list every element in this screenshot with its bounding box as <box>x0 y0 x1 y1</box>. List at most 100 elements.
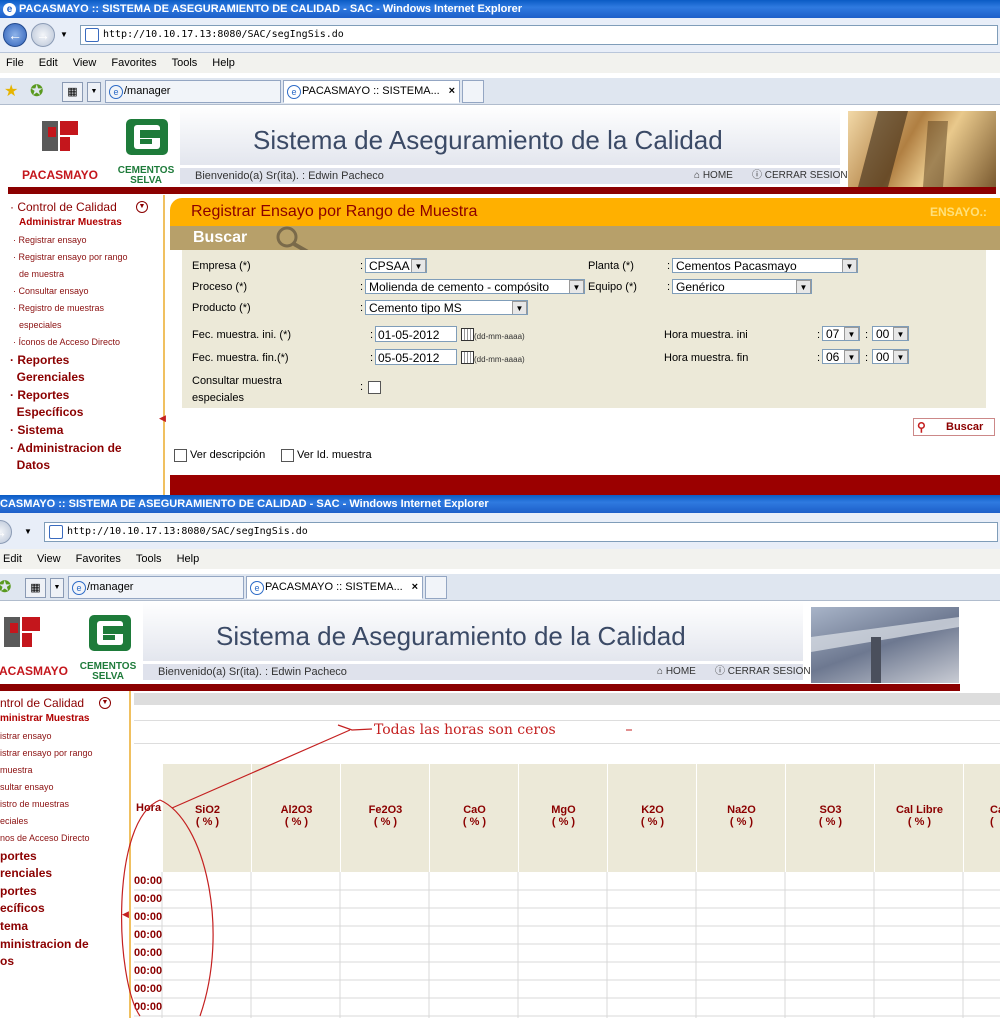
collapse-icon[interactable]: ▼ <box>136 201 148 213</box>
buscar-title: Buscar <box>193 229 248 246</box>
home-link[interactable]: ⌂ HOME <box>694 168 733 184</box>
history-dropdown-icon[interactable]: ▼ <box>60 30 68 39</box>
favorites-star-icon[interactable]: ★ <box>4 81 18 101</box>
sidebar-link-especiales[interactable]: eciales <box>0 816 28 826</box>
menu-tools[interactable]: Tools <box>136 549 162 569</box>
address-bar[interactable]: http://10.10.17.13:8080/SAC/segIngSis.do <box>80 25 998 45</box>
proceso-value: Molienda de cemento - compósito <box>369 280 550 294</box>
col-unit: ( <box>990 816 994 828</box>
colon: : <box>370 329 374 341</box>
hora-fin-h-select[interactable]: 06 ▼ <box>822 349 860 364</box>
quick-tabs-icon[interactable]: ▦ <box>62 82 83 102</box>
fec-ini-input[interactable]: 01-05-2012 <box>375 326 457 342</box>
sidebar-link-registrar-ensayo[interactable]: · Registrar ensayo <box>13 235 87 245</box>
add-favorites-icon[interactable]: ✪ <box>30 81 43 101</box>
tab-pacasmayo[interactable]: e PACASMAYO :: SISTEMA... × <box>246 576 423 599</box>
sidebar-2: ntrol de Calidad ▼ ministrar Muestras is… <box>0 691 131 1018</box>
address-bar[interactable]: http://10.10.17.13:8080/SAC/segIngSis.do <box>44 522 998 542</box>
hora-fin-m-select[interactable]: 00 ▼ <box>872 349 909 364</box>
form-heading: Registrar Ensayo por Rango de Muestra <box>191 203 478 220</box>
calendar-icon[interactable] <box>461 328 474 341</box>
calendar-icon[interactable] <box>461 351 474 364</box>
sidebar-link-iconos[interactable]: nos de Acceso Directo <box>0 833 90 843</box>
col-name: Na2O <box>727 804 756 816</box>
close-tab-icon[interactable]: × <box>449 81 455 102</box>
new-tab-button[interactable] <box>462 80 484 103</box>
label-consultar-especiales: Consultar muestra especiales <box>192 373 282 407</box>
sidebar-item-reportes-especificos[interactable]: · Reportes Específicos <box>10 387 83 421</box>
menu-edit[interactable]: Edit <box>39 53 58 73</box>
consultar-especiales-checkbox[interactable] <box>368 381 381 394</box>
forward-icon[interactable]: → <box>31 23 55 47</box>
sidebar-item-reportes-gerenciales[interactable]: portes renciales <box>0 848 52 882</box>
tab-manager[interactable]: e/manager <box>68 576 244 599</box>
menu-help[interactable]: Help <box>212 53 235 73</box>
menu-view[interactable]: View <box>37 549 61 569</box>
add-favorites-icon[interactable]: ✪ <box>0 577 11 597</box>
sidebar-link-consultar[interactable]: sultar ensayo <box>0 782 54 792</box>
quick-tabs-icon[interactable]: ▦ <box>25 578 46 598</box>
sidebar-item-sistema[interactable]: · Sistema <box>10 422 63 439</box>
sidebar-link-label: Consultar ensayo <box>18 286 89 296</box>
sidebar-item-administracion[interactable]: · Administracion de Datos <box>10 440 122 474</box>
sidebar-link-registro-muestras[interactable]: · Registro de muestras <box>13 303 104 313</box>
fec-fin-input[interactable]: 05-05-2012 <box>375 349 457 365</box>
tab-list-icon[interactable]: ▼ <box>87 82 101 102</box>
sidebar-section-control[interactable]: ntrol de Calidad <box>0 696 84 710</box>
menu-favorites[interactable]: Favorites <box>111 53 156 73</box>
home-link[interactable]: ⌂ HOME <box>657 664 696 680</box>
back-icon[interactable]: ← <box>3 23 27 47</box>
sidebar-section-control[interactable]: · Control de Calidad <box>10 200 117 214</box>
sidebar-item-administracion[interactable]: ministracion de os <box>0 936 89 970</box>
proceso-select[interactable]: Molienda de cemento - compósito ▼ <box>365 279 585 294</box>
sidebar-link-registrar-rango[interactable]: · Registrar ensayo por rango <box>13 252 128 262</box>
buscar-button[interactable]: ⚲ Buscar <box>913 418 995 436</box>
table-grid <box>134 872 1000 1018</box>
sidebar-link-registrar-rango-cont[interactable]: de muestra <box>19 269 64 279</box>
menu-view[interactable]: View <box>73 53 97 73</box>
forward-icon[interactable]: → <box>0 520 12 544</box>
sidebar-link-registro-muestras[interactable]: istro de muestras <box>0 799 69 809</box>
sidebar-item-sistema[interactable]: tema <box>0 918 28 935</box>
chevron-down-icon: ▼ <box>844 327 859 340</box>
col-unit: ( % ) <box>551 816 576 828</box>
empresa-select[interactable]: CPSAA ▼ <box>365 258 427 273</box>
logout-link[interactable]: ⓘ CERRAR SESION <box>715 664 811 680</box>
hora-ini-h-select[interactable]: 07 ▼ <box>822 326 860 341</box>
menu-favorites[interactable]: Favorites <box>76 549 121 569</box>
menu-tools[interactable]: Tools <box>172 53 198 73</box>
sidebar-sub-admin[interactable]: Administrar Muestras <box>19 217 122 228</box>
logout-link[interactable]: ⓘ CERRAR SESION <box>752 168 848 184</box>
tab-manager[interactable]: e/manager <box>105 80 281 103</box>
ver-descripcion-checkbox[interactable] <box>174 449 187 462</box>
sidebar-link-registrar-rango-cont[interactable]: muestra <box>0 765 33 775</box>
sidebar: · Control de Calidad ▼ Administrar Muest… <box>0 195 166 495</box>
menu-file[interactable]: File <box>6 53 24 73</box>
sidebar-toggle-icon[interactable]: ◀ <box>122 909 129 920</box>
tab-pacasmayo[interactable]: e PACASMAYO :: SISTEMA... × <box>283 80 460 103</box>
sidebar-link-especiales[interactable]: especiales <box>19 320 62 330</box>
hora-ini-m-select[interactable]: 00 ▼ <box>872 326 909 341</box>
sidebar-link-registrar-ensayo[interactable]: istrar ensayo <box>0 731 52 741</box>
sidebar-sub-admin[interactable]: ministrar Muestras <box>0 713 89 724</box>
ver-id-checkbox[interactable] <box>281 449 294 462</box>
planta-select[interactable]: Cementos Pacasmayo ▼ <box>672 258 858 273</box>
page-icon <box>49 525 63 539</box>
sidebar-link-consultar[interactable]: · Consultar ensayo <box>13 286 89 296</box>
close-tab-icon[interactable]: × <box>412 577 418 598</box>
sidebar-item-reportes-especificos[interactable]: portes ecíficos <box>0 883 45 917</box>
equipo-select[interactable]: Genérico ▼ <box>672 279 812 294</box>
sidebar-item-reportes-gerenciales[interactable]: · Reportes Gerenciales <box>10 352 85 386</box>
sidebar-link-registrar-rango[interactable]: istrar ensayo por rango <box>0 748 93 758</box>
collapse-icon[interactable]: ▼ <box>99 697 111 709</box>
tab-list-icon[interactable]: ▼ <box>50 578 64 598</box>
menu-edit[interactable]: Edit <box>3 549 22 569</box>
sidebar-toggle-icon[interactable]: ◀ <box>159 413 166 424</box>
producto-select[interactable]: Cemento tipo MS ▼ <box>365 300 528 315</box>
col-header-cal-libre: Cal Libre( % ) <box>874 764 964 872</box>
history-dropdown-icon[interactable]: ▼ <box>24 527 32 536</box>
sidebar-link-iconos[interactable]: · Íconos de Acceso Directo <box>13 337 120 347</box>
menu-help[interactable]: Help <box>177 549 200 569</box>
new-tab-button[interactable] <box>425 576 447 599</box>
col-unit: ( % ) <box>907 816 932 828</box>
